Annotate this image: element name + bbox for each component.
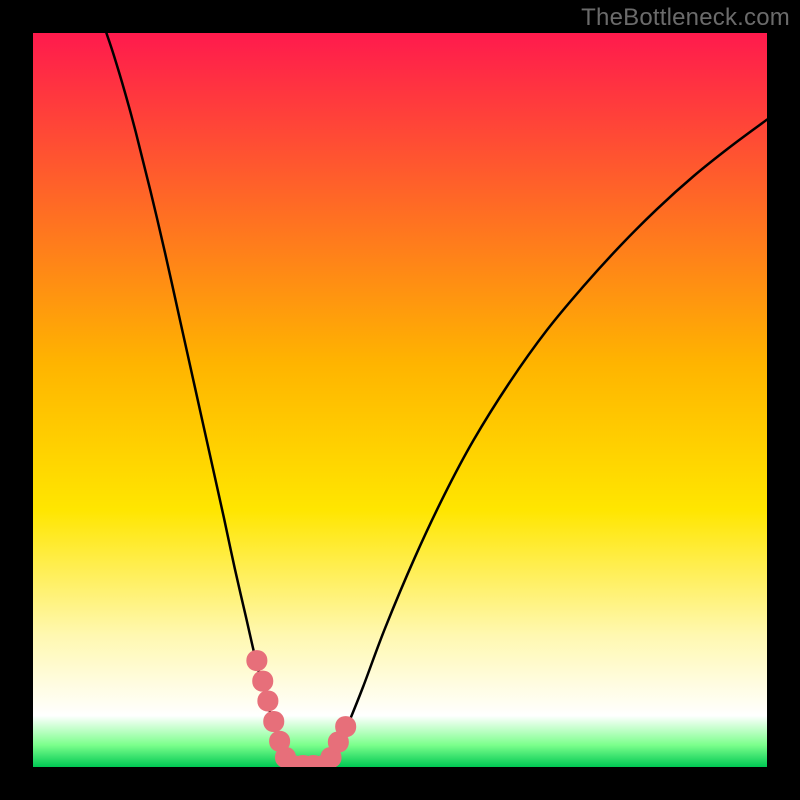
watermark-text: TheBottleneck.com [581, 4, 790, 32]
highlight-marker [335, 716, 356, 737]
chart-svg [33, 33, 767, 767]
highlight-marker [257, 690, 278, 711]
chart-frame: TheBottleneck.com [0, 0, 800, 800]
plot-area [33, 33, 767, 767]
highlight-marker [263, 711, 284, 732]
gradient-background [33, 33, 767, 767]
highlight-marker [252, 671, 273, 692]
highlight-marker [246, 650, 267, 671]
